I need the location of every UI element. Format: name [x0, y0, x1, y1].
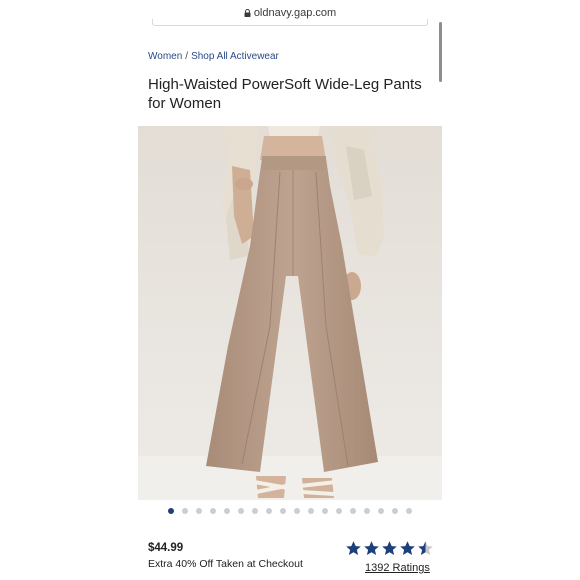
ratings-link[interactable]: 1392 Ratings: [365, 562, 430, 574]
carousel-dot[interactable]: [196, 508, 202, 514]
carousel-dot[interactable]: [238, 508, 244, 514]
carousel-dot[interactable]: [392, 508, 398, 514]
star-icon: [382, 541, 397, 555]
phone-screen: oldnavy.gap.com Women / Shop All Activewea…: [138, 0, 442, 580]
carousel-dot[interactable]: [364, 508, 370, 514]
url-bar[interactable]: oldnavy.gap.com: [138, 0, 442, 26]
carousel-dot[interactable]: [336, 508, 342, 514]
carousel-dot[interactable]: [378, 508, 384, 514]
star-icon: [400, 541, 415, 555]
breadcrumb-activewear[interactable]: Shop All Activewear: [191, 51, 279, 62]
carousel-dot[interactable]: [322, 508, 328, 514]
carousel-dot[interactable]: [224, 508, 230, 514]
product-title: High-Waisted PowerSoft Wide-Leg Pants fo…: [148, 76, 422, 112]
carousel-dot[interactable]: [308, 508, 314, 514]
url-field-edge: [152, 19, 428, 26]
promo-text: Extra 40% Off Taken at Checkout: [148, 558, 303, 570]
star-icon: [346, 541, 361, 555]
product-image[interactable]: [138, 126, 442, 500]
frame-right: [442, 0, 580, 580]
rating-stars[interactable]: [345, 540, 434, 557]
carousel-dot[interactable]: [294, 508, 300, 514]
carousel-dot[interactable]: [168, 508, 174, 514]
frame-left: [0, 0, 138, 580]
carousel-dot[interactable]: [350, 508, 356, 514]
price-row: $44.99 Extra 40% Off Taken at Checkout 1…: [138, 530, 442, 580]
carousel-dot[interactable]: [406, 508, 412, 514]
carousel-dot[interactable]: [266, 508, 272, 514]
carousel-dot[interactable]: [182, 508, 188, 514]
breadcrumb-separator: /: [185, 51, 189, 62]
carousel-dot[interactable]: [280, 508, 286, 514]
lock-icon: [244, 9, 251, 17]
carousel-dots: [138, 504, 442, 518]
product-price: $44.99: [148, 542, 184, 554]
url-text: oldnavy.gap.com: [253, 7, 337, 19]
scrollbar[interactable]: [439, 22, 442, 82]
star-icon: [364, 541, 379, 555]
star-icon: [418, 541, 433, 555]
breadcrumb-women[interactable]: Women: [148, 51, 182, 62]
carousel-dot[interactable]: [252, 508, 258, 514]
breadcrumb: Women / Shop All Activewear: [148, 51, 279, 62]
carousel-dot[interactable]: [210, 508, 216, 514]
